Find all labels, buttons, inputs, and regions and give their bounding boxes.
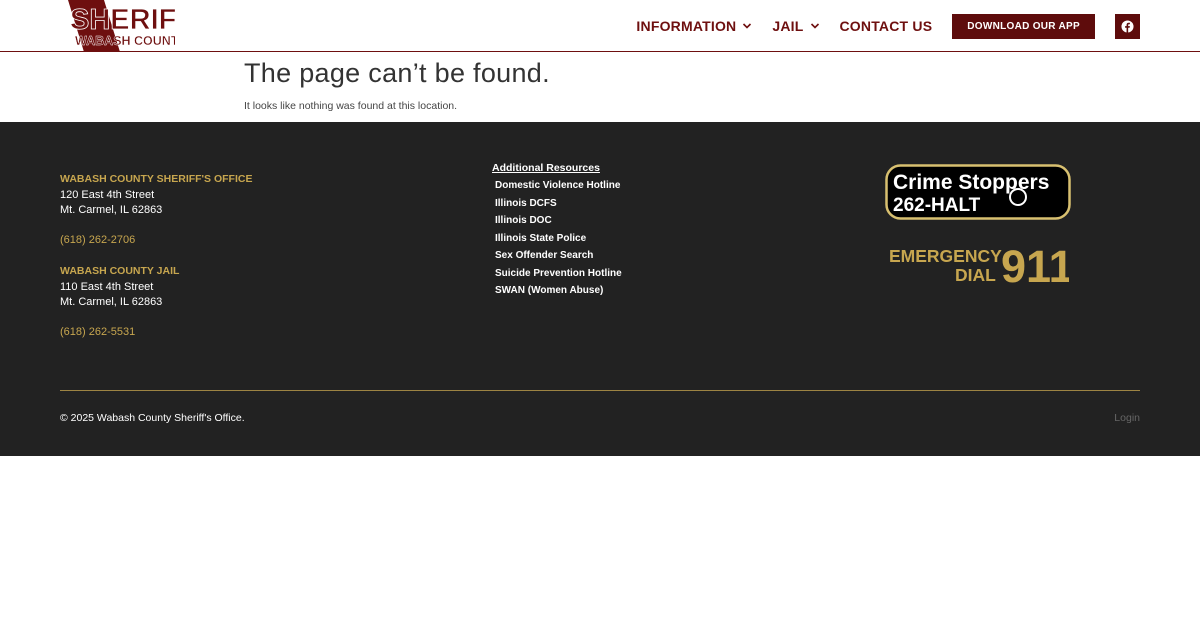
copyright-text: © 2025 Wabash County Sheriff's Office. — [60, 412, 245, 424]
office-address-line2: Mt. Carmel, IL 62863 — [60, 204, 163, 216]
office-address-line1: 120 East 4th Street — [60, 188, 155, 201]
nav-information[interactable]: INFORMATION — [636, 18, 752, 34]
resource-link-illinois-dcfs[interactable]: Illinois DCFS — [495, 195, 622, 213]
nav-contact-us[interactable]: CONTACT US — [840, 18, 933, 34]
chevron-down-icon — [743, 23, 752, 29]
emergency-911-logo: EMERGENCY DIAL 911 — [887, 241, 1074, 292]
resource-link-illinois-state-police[interactable]: Illinois State Police — [495, 230, 622, 248]
resources-title: Additional Resources — [492, 162, 600, 174]
download-app-button[interactable]: DOWNLOAD OUR APP — [952, 13, 1095, 39]
crime-stoppers-line1: Crime Stoppers — [893, 171, 1049, 194]
resources-list: Domestic Violence Hotline Illinois DCFS … — [492, 177, 622, 300]
office-phone-link[interactable]: (618) 262-2706 — [60, 233, 252, 249]
sheriff-logo[interactable]: SHERIFF WABASH COUNTY — [60, 0, 175, 52]
resource-link-swan[interactable]: SWAN (Women Abuse) — [495, 282, 622, 300]
facebook-icon — [1121, 19, 1134, 33]
logo-top-text: SHERIFF — [70, 4, 175, 36]
main-content: The page can’t be found. It looks like n… — [244, 52, 944, 112]
nav-information-label: INFORMATION — [636, 18, 737, 34]
chevron-down-icon — [810, 23, 819, 29]
main-nav: INFORMATION JAIL CONTACT US DOWNLOAD OUR… — [636, 0, 1140, 52]
not-found-message: It looks like nothing was found at this … — [244, 100, 458, 112]
footer-divider — [60, 390, 1140, 391]
office-title: WABASH COUNTY SHERIFF'S OFFICE — [60, 173, 253, 185]
facebook-button[interactable] — [1115, 13, 1140, 39]
nav-jail-label: JAIL — [772, 18, 804, 34]
site-footer: WABASH COUNTY SHERIFF'S OFFICE 120 East … — [0, 122, 1200, 456]
crime-stoppers-line2: 262-HALT — [893, 195, 981, 216]
login-link[interactable]: Login — [1114, 412, 1140, 424]
jail-address-line2: Mt. Carmel, IL 62863 — [60, 296, 163, 308]
crime-stoppers-logo[interactable]: Crime Stoppers 262-HALT — [885, 164, 1071, 220]
resource-link-domestic-violence[interactable]: Domestic Violence Hotline — [495, 177, 622, 195]
dial-text: DIAL — [955, 265, 996, 285]
site-header: SHERIFF WABASH COUNTY INFORMATION JAIL C… — [0, 0, 1200, 52]
resource-link-sex-offender-search[interactable]: Sex Offender Search — [495, 247, 622, 265]
emergency-text: EMERGENCY — [889, 246, 1002, 266]
nav-jail[interactable]: JAIL — [772, 18, 819, 34]
page-title: The page can’t be found. — [244, 58, 550, 88]
logo-bottom-text: WABASH COUNTY — [75, 34, 175, 48]
resource-link-suicide-prevention[interactable]: Suicide Prevention Hotline — [495, 265, 622, 283]
resources-column: Additional Resources Domestic Violence H… — [492, 162, 622, 300]
number-911: 911 — [1001, 244, 1069, 286]
resource-link-illinois-doc[interactable]: Illinois DOC — [495, 212, 622, 230]
jail-title: WABASH COUNTY JAIL — [60, 265, 180, 277]
jail-phone-link[interactable]: (618) 262-5531 — [60, 325, 252, 341]
nav-contact-us-label: CONTACT US — [839, 18, 933, 34]
jail-address-line1: 110 East 4th Street — [60, 280, 154, 293]
contact-column: WABASH COUNTY SHERIFF'S OFFICE 120 East … — [60, 172, 252, 340]
